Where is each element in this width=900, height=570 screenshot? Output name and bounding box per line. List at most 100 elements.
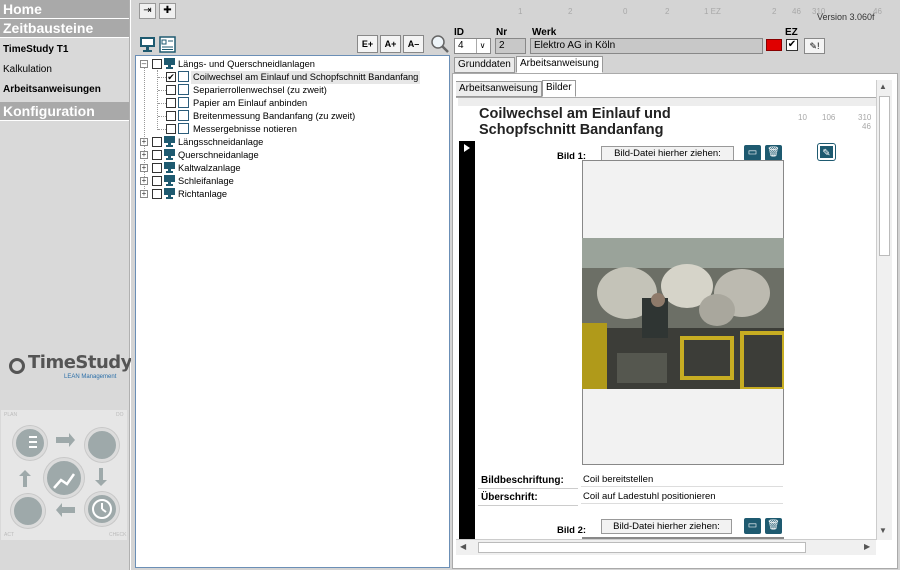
faint-number: 46 <box>792 7 801 16</box>
tab-arbeitsanweisung[interactable]: Arbeitsanweisung <box>516 56 603 73</box>
cycle-arrows <box>19 433 112 519</box>
nav-item-arbeitsanweisungen[interactable]: Arbeitsanweisungen <box>0 80 129 100</box>
nr-field[interactable]: 2 <box>495 38 526 54</box>
tree-group[interactable]: Richtanlage <box>178 188 227 201</box>
nav-home[interactable]: Home <box>0 0 129 19</box>
logo-mark-icon <box>9 358 25 374</box>
tree-checkbox[interactable] <box>152 137 162 147</box>
document-icon <box>178 84 189 95</box>
sidebar: Home Zeitbausteine TimeStudy T1 Kalkulat… <box>0 0 132 570</box>
tree-checkbox[interactable] <box>152 176 162 186</box>
monitor-icon <box>164 162 175 173</box>
scroll-up-icon[interactable]: ▲ <box>879 82 887 91</box>
image-drop-zone-2[interactable]: Bild-Datei hierher ziehen: <box>601 519 732 534</box>
monitor-icon[interactable] <box>139 36 157 53</box>
tree-checkbox[interactable] <box>166 98 176 108</box>
tree-item[interactable]: Messergebnisse notieren <box>193 123 297 136</box>
tree-expand-icon[interactable]: + <box>140 138 148 146</box>
document-list-icon[interactable] <box>159 36 177 53</box>
tree-panel: – Längs- und Querschneidlanlagen ✔ Coilw… <box>135 55 450 568</box>
tree-checkbox[interactable] <box>166 124 176 134</box>
tab-bilder[interactable]: Bilder <box>542 80 576 97</box>
scroll-down-icon[interactable]: ▼ <box>879 526 887 535</box>
nav-item-timestudy[interactable]: TimeStudy T1 <box>0 40 129 60</box>
tree-group[interactable]: Schleifanlage <box>178 175 234 188</box>
image-drop-zone-1[interactable]: Bild-Datei hierher ziehen: <box>601 146 734 161</box>
werk-label: Werk <box>532 27 557 38</box>
folder-open-icon[interactable]: ▭ <box>744 145 761 161</box>
font-decrease-button[interactable]: A– <box>403 35 424 53</box>
faint-number: 10 <box>798 113 807 122</box>
tree-expand-icon[interactable]: + <box>140 190 148 198</box>
font-increase-button[interactable]: A+ <box>380 35 401 53</box>
expand-button[interactable]: E+ <box>357 35 378 53</box>
edit-pencil-icon[interactable]: ✎ <box>818 144 835 160</box>
faint-number: 0 <box>623 7 628 16</box>
nav-item-kalkulation[interactable]: Kalkulation <box>0 60 129 80</box>
faint-number: 2 <box>568 7 573 16</box>
tree-group[interactable]: Kaltwalzanlage <box>178 162 241 175</box>
faint-number: 1 <box>518 7 523 16</box>
record-selector-bar <box>459 141 475 539</box>
nr-label: Nr <box>496 27 508 38</box>
folder-open-icon[interactable]: ▭ <box>744 518 761 534</box>
tree-checkbox[interactable] <box>152 59 162 69</box>
nav-zeitbausteine[interactable]: Zeitbausteine <box>0 19 129 38</box>
tree-checkbox[interactable] <box>166 85 176 95</box>
monitor-icon <box>164 136 175 147</box>
tree-checkbox[interactable] <box>152 189 162 199</box>
tree-checkbox[interactable] <box>152 150 162 160</box>
status-color-indicator <box>766 39 782 51</box>
ez-label: EZ <box>785 27 798 38</box>
faint-number: 2 <box>772 7 777 16</box>
search-icon[interactable] <box>430 34 450 54</box>
document-icon <box>178 123 189 134</box>
tree-expand-icon[interactable]: + <box>140 177 148 185</box>
document-icon <box>178 110 189 121</box>
tree-expand-icon[interactable]: + <box>140 151 148 159</box>
faint-number: 46 <box>862 122 871 131</box>
document-icon <box>178 71 189 82</box>
tree-checkbox[interactable] <box>166 111 176 121</box>
scroll-left-icon[interactable]: ◀ <box>460 542 466 551</box>
vertical-scrollbar[interactable]: ▲ ▼ <box>876 80 892 540</box>
tree-checkbox[interactable] <box>152 163 162 173</box>
tab-grunddaten[interactable]: Grunddaten <box>454 57 515 73</box>
id-select[interactable]: 4 ∨ <box>454 38 491 54</box>
monitor-icon <box>164 175 175 186</box>
id-label: ID <box>454 27 464 38</box>
pin-icon[interactable]: ✚ <box>159 3 176 19</box>
monitor-icon <box>164 58 175 69</box>
bildbeschriftung-field[interactable]: Coil bereitstellen <box>581 472 783 487</box>
logo-text: TimeStudy <box>28 352 132 373</box>
document-icon <box>178 97 189 108</box>
tree-checkbox-checked[interactable]: ✔ <box>166 72 176 82</box>
tree-item[interactable]: Papier am Einlauf anbinden <box>193 97 307 110</box>
pdca-cycle-graphic: PLAN DO CHECK ACT <box>1 410 127 540</box>
tree-group[interactable]: Querschneidanlage <box>178 149 259 162</box>
pin-left-icon[interactable]: ⇥ <box>139 3 156 19</box>
trash-icon[interactable]: 🗑 <box>765 145 782 161</box>
trash-icon[interactable]: 🗑 <box>765 518 782 534</box>
werk-field[interactable]: Elektro AG in Köln <box>530 38 763 54</box>
tree-expand-icon[interactable]: + <box>140 164 148 172</box>
tab-inner-arbeitsanweisung[interactable]: Arbeitsanweisung <box>456 81 542 97</box>
scrollbar-thumb-horizontal[interactable] <box>478 542 806 553</box>
tree-item[interactable]: Breitenmessung Bandanfang (zu zweit) <box>193 110 355 123</box>
tree-item[interactable]: Separierrollenwechsel (zu zweit) <box>193 84 327 97</box>
horizontal-scrollbar[interactable]: ◀ ▶ <box>456 539 876 555</box>
ez-checkbox[interactable]: ✔ <box>786 39 798 51</box>
tree-item[interactable]: Coilwechsel am Einlauf und Schopfschnitt… <box>191 71 421 84</box>
scrollbar-thumb[interactable] <box>879 96 890 256</box>
chevron-down-icon[interactable]: ∨ <box>476 39 488 53</box>
nav-konfiguration[interactable]: Konfiguration <box>0 102 129 121</box>
scroll-right-icon[interactable]: ▶ <box>864 542 870 551</box>
tree-collapse-icon[interactable]: – <box>140 60 148 68</box>
monitor-icon <box>164 188 175 199</box>
ueberschrift-field[interactable]: Coil auf Ladestuhl positionieren <box>581 489 783 504</box>
tree-group[interactable]: Längsschneidanlage <box>178 136 263 149</box>
tree-root-label[interactable]: Längs- und Querschneidlanlagen <box>178 58 315 71</box>
edit-warning-button[interactable]: ✎! <box>804 38 825 54</box>
ueberschrift-label: Überschrift: <box>481 492 538 503</box>
monitor-icon <box>164 149 175 160</box>
